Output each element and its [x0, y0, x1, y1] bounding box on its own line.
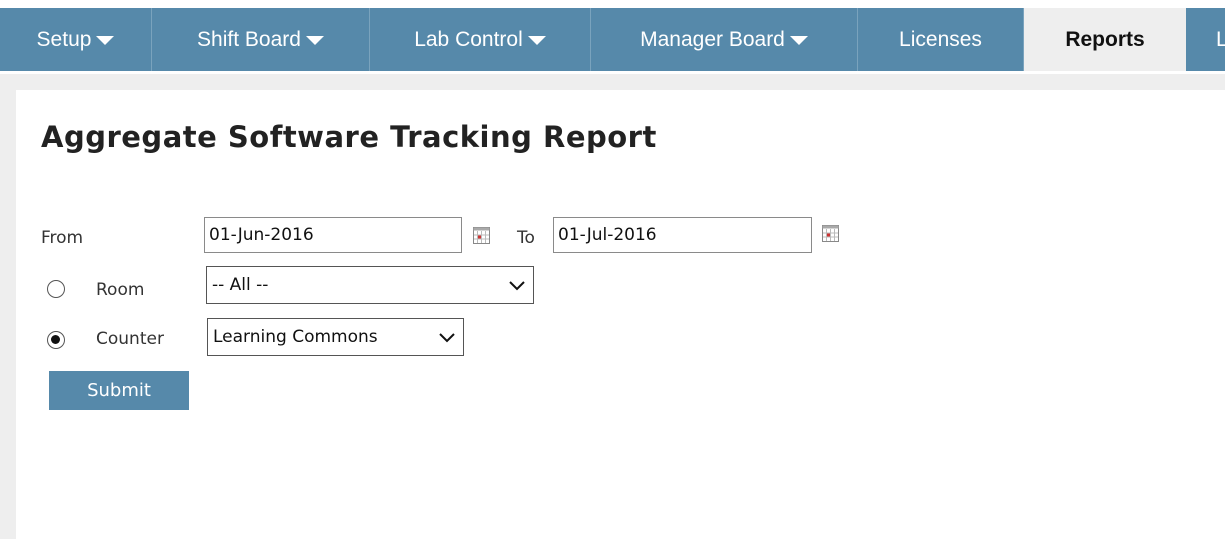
- caret-down-icon: [527, 36, 546, 45]
- to-date-input[interactable]: [553, 217, 812, 253]
- nav-manager-board-label: Manager Board: [640, 27, 785, 51]
- counter-label: Counter: [96, 329, 164, 349]
- counter-select[interactable]: Learning Commons: [207, 318, 464, 356]
- caret-down-icon: [96, 36, 115, 45]
- nav-licenses[interactable]: Licenses: [858, 8, 1024, 71]
- counter-select-value: Learning Commons: [213, 327, 378, 347]
- room-label: Room: [96, 280, 145, 300]
- nav-setup-label: Setup: [36, 27, 92, 51]
- nav-lab-control-label: Lab Control: [414, 27, 523, 51]
- calendar-icon[interactable]: [473, 227, 490, 244]
- nav-reports[interactable]: Reports: [1024, 8, 1186, 71]
- calendar-icon[interactable]: [822, 225, 839, 242]
- nav-reports-label: Reports: [1065, 27, 1145, 51]
- nav-setup[interactable]: Setup: [0, 8, 152, 71]
- nav-licenses-label: Licenses: [899, 27, 982, 51]
- caret-down-icon: [789, 36, 808, 45]
- submit-button[interactable]: Submit: [49, 371, 189, 410]
- room-select[interactable]: -- All --: [206, 266, 534, 304]
- nav-shift-board[interactable]: Shift Board: [152, 8, 370, 71]
- caret-down-icon: [305, 36, 324, 45]
- nav-lab-control[interactable]: Lab Control: [370, 8, 591, 71]
- nav-shift-board-label: Shift Board: [197, 27, 301, 51]
- to-label: To: [517, 228, 535, 248]
- chevron-down-icon: [439, 333, 455, 343]
- counter-radio[interactable]: [47, 331, 65, 349]
- chevron-down-icon: [509, 281, 525, 291]
- main-nav: Setup Shift Board Lab Control Manager Bo…: [0, 8, 1225, 71]
- page-title: Aggregate Software Tracking Report: [41, 120, 657, 154]
- content-left-border: [0, 74, 16, 539]
- from-label: From: [41, 228, 84, 248]
- nav-partial-label: L: [1216, 27, 1225, 51]
- room-select-value: -- All --: [212, 275, 269, 295]
- nav-manager-board[interactable]: Manager Board: [591, 8, 858, 71]
- room-radio[interactable]: [47, 280, 65, 298]
- from-date-input[interactable]: [204, 217, 462, 253]
- content-top-border: [0, 74, 1225, 90]
- nav-partial-item[interactable]: L: [1186, 8, 1225, 71]
